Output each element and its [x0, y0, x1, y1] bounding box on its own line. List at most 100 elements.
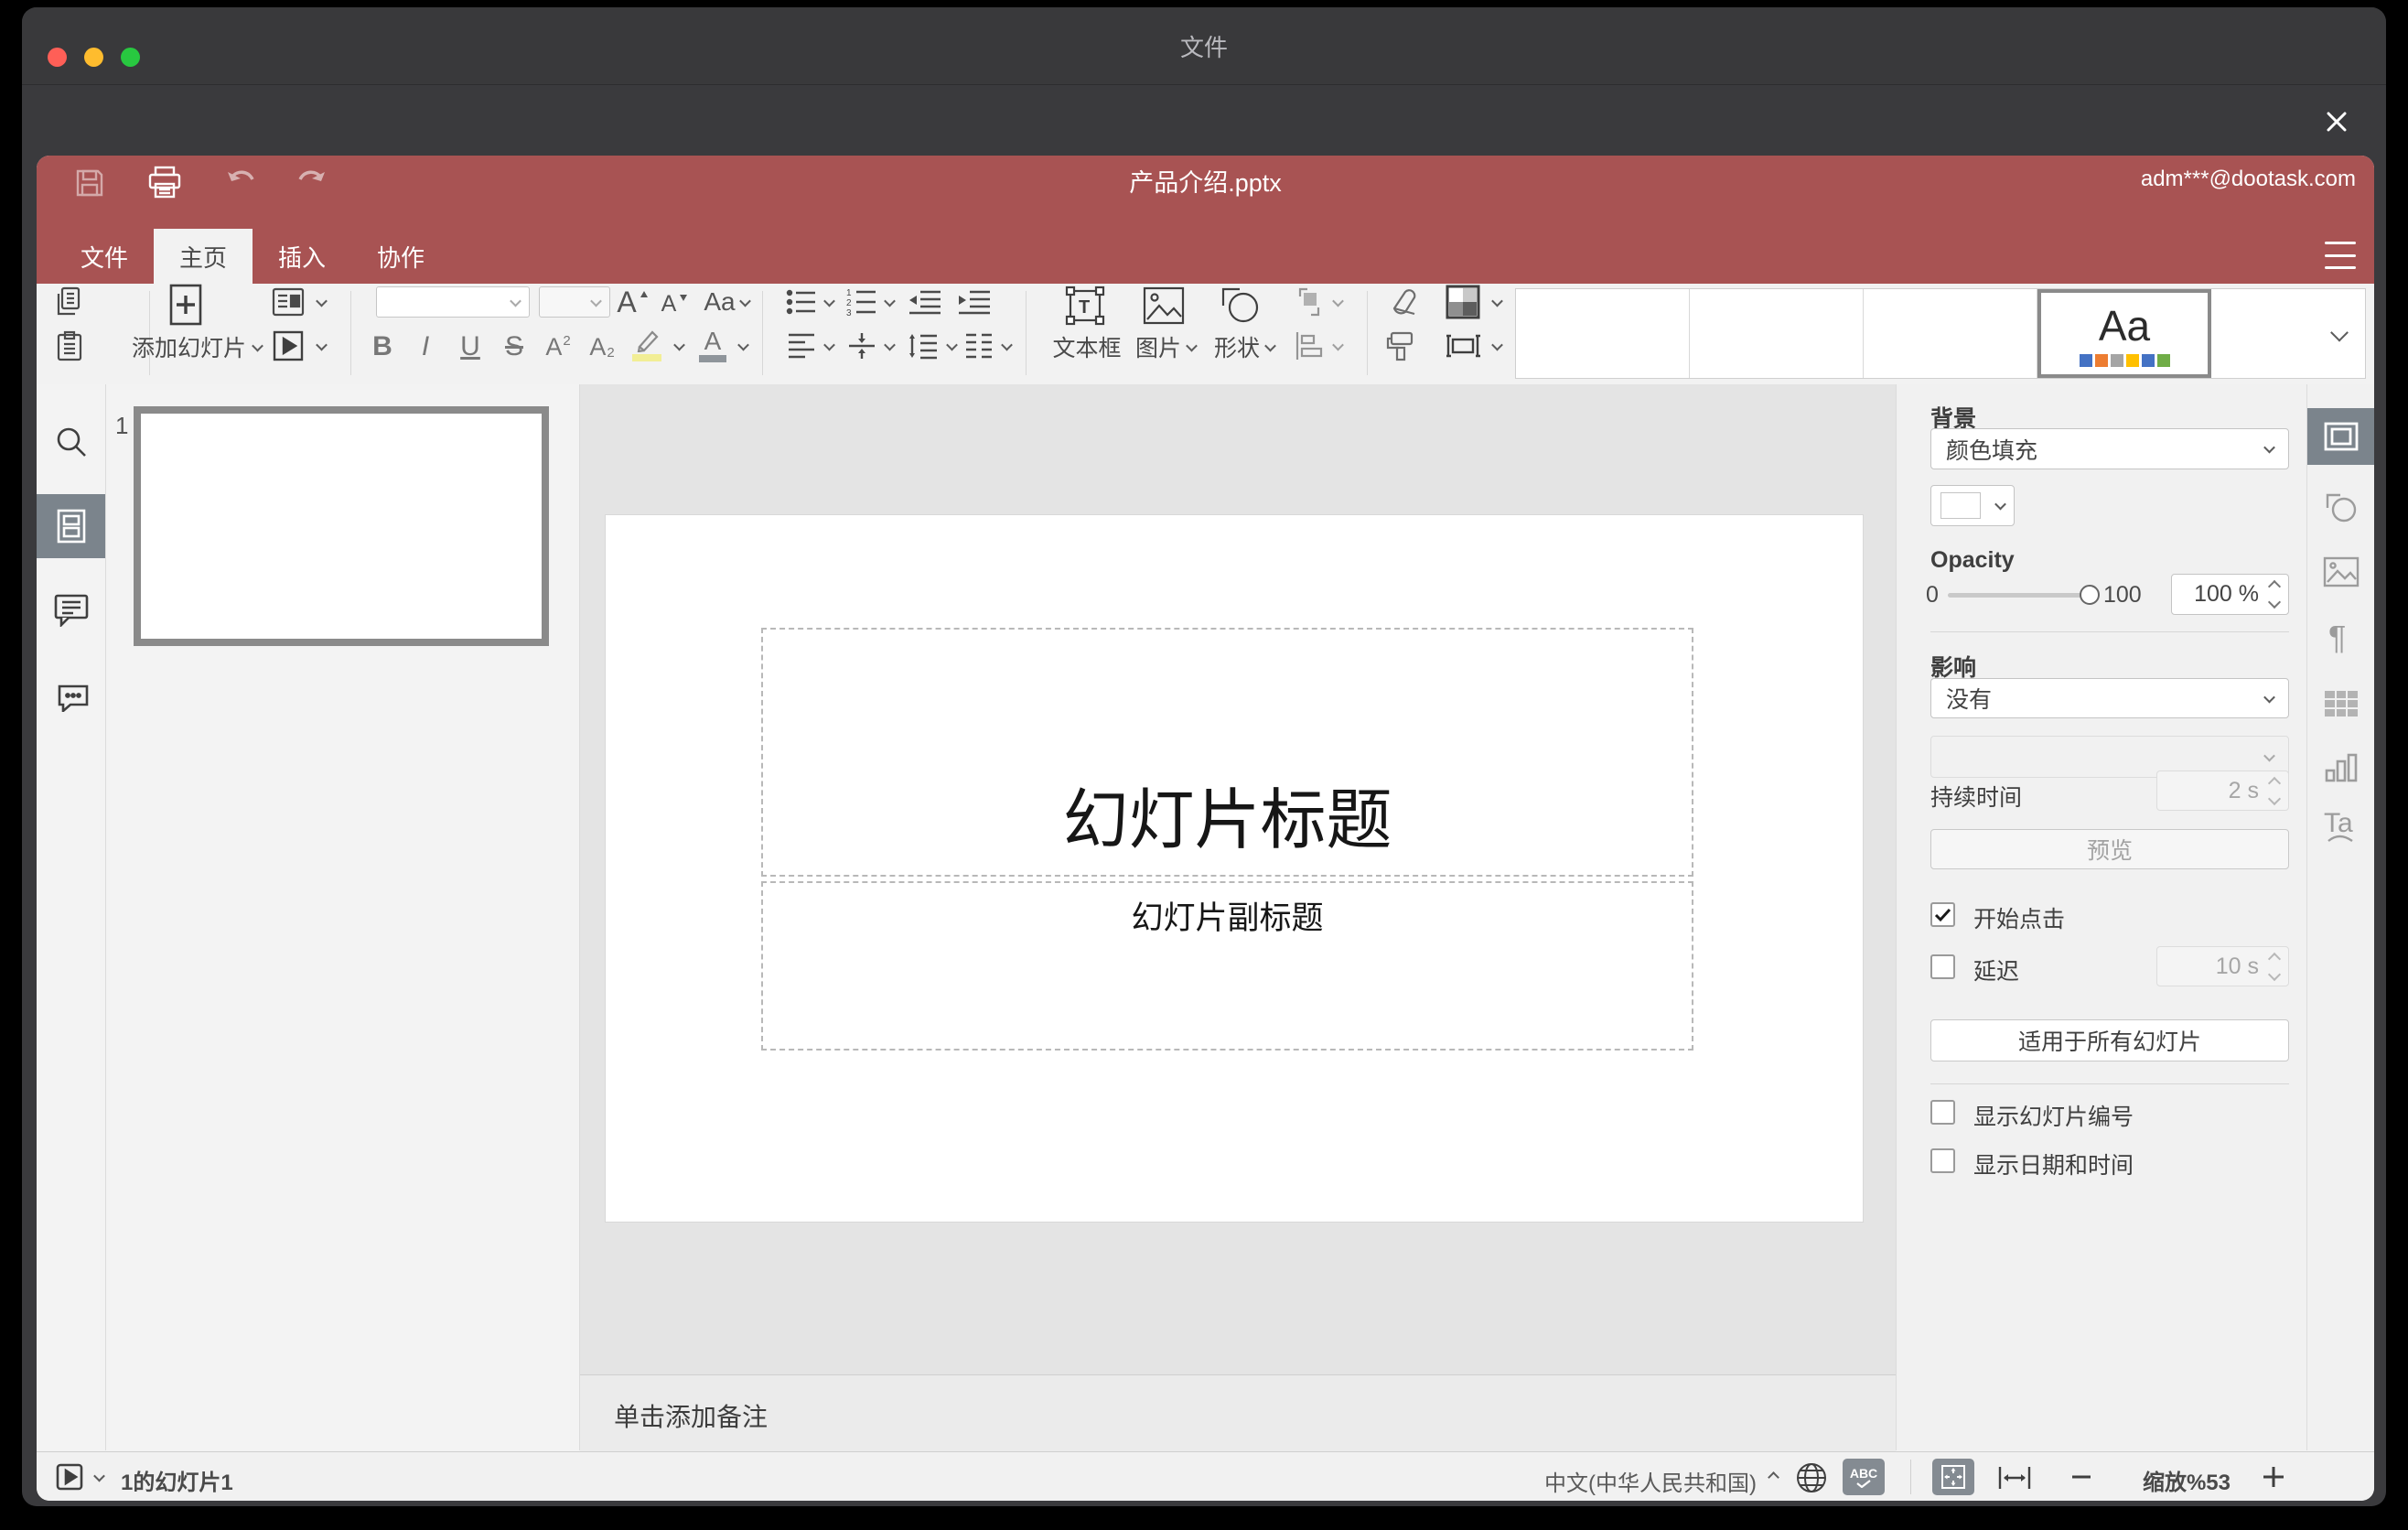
opacity-slider-thumb[interactable] [2080, 585, 2100, 605]
bullets-dropdown[interactable] [820, 289, 838, 315]
highlight-color-button[interactable] [626, 326, 668, 364]
arrange-shapes-button[interactable] [1288, 284, 1330, 320]
underline-button[interactable]: U [450, 329, 490, 364]
slide-layout-button[interactable] [267, 284, 309, 320]
columns-dropdown[interactable] [997, 333, 1016, 359]
horizontal-align-dropdown[interactable] [820, 333, 838, 359]
tab-collaboration[interactable]: 协作 [351, 229, 450, 284]
start-slideshow-button[interactable] [267, 328, 309, 364]
bullets-button[interactable] [781, 284, 822, 320]
fit-to-slide-toggle[interactable] [1932, 1459, 1974, 1495]
opacity-spinner[interactable]: 100 % [2171, 574, 2289, 615]
slide-thumbnail[interactable] [134, 406, 549, 646]
delay-checkbox[interactable] [1930, 954, 1955, 979]
add-slide-label[interactable]: 添加幻灯片 [114, 329, 279, 364]
color-scheme-button[interactable] [1440, 284, 1486, 320]
slide-size-dropdown[interactable] [1488, 333, 1506, 359]
theme-option-2[interactable] [1690, 289, 1864, 378]
line-spacing-button[interactable] [902, 328, 942, 364]
image-label[interactable]: 图片 [1131, 329, 1200, 364]
effect-dropdown[interactable]: 没有 [1930, 678, 2289, 718]
arrange-shapes-dropdown[interactable] [1328, 289, 1347, 315]
close-icon[interactable] [2320, 105, 2353, 138]
horizontal-align-button[interactable] [781, 328, 822, 364]
duration-spinner[interactable]: 2 s [2156, 770, 2289, 811]
spellcheck-toggle[interactable]: ABC [1843, 1459, 1885, 1495]
increase-font-button[interactable]: A [613, 284, 653, 320]
language-selector[interactable]: 中文(中华人民共和国) [1510, 1465, 1757, 1497]
vertical-align-dropdown[interactable] [880, 333, 898, 359]
textart-settings-icon[interactable]: Ta [2307, 798, 2374, 855]
font-size-combo[interactable] [539, 286, 610, 318]
table-settings-icon[interactable] [2307, 675, 2374, 732]
color-scheme-dropdown[interactable] [1488, 289, 1506, 315]
slide-canvas[interactable]: 幻灯片标题 幻灯片副标题 [605, 514, 1864, 1223]
theme-gallery-expand[interactable] [2316, 289, 2363, 378]
textbox-icon[interactable]: T [1056, 284, 1114, 328]
numbering-dropdown[interactable] [880, 289, 898, 315]
start-slideshow-status-button[interactable] [55, 1462, 84, 1492]
font-color-dropdown[interactable] [734, 333, 752, 359]
globe-icon[interactable] [1793, 1460, 1830, 1496]
fit-to-width-button[interactable] [1994, 1460, 2035, 1496]
fill-type-dropdown[interactable]: 颜色填充 [1930, 428, 2289, 469]
theme-option-5[interactable] [2211, 289, 2316, 378]
shape-icon[interactable] [1211, 284, 1270, 328]
title-placeholder[interactable]: 幻灯片标题 [761, 628, 1693, 877]
vertical-align-button[interactable] [842, 328, 882, 364]
font-name-combo[interactable] [376, 286, 530, 318]
align-shapes-button[interactable] [1288, 328, 1330, 364]
notes-area[interactable]: 单击添加备注 [580, 1374, 1896, 1451]
change-case-button[interactable]: Aa [699, 284, 754, 320]
zoom-in-button[interactable] [2258, 1461, 2289, 1492]
image-settings-icon[interactable] [2307, 544, 2374, 600]
comments-icon[interactable] [37, 578, 105, 642]
search-icon[interactable] [37, 410, 105, 474]
theme-option-1[interactable] [1516, 289, 1690, 378]
start-on-click-checkbox[interactable] [1930, 902, 1955, 927]
delay-spinner[interactable]: 10 s [2156, 946, 2289, 986]
highlight-color-dropdown[interactable] [670, 333, 688, 359]
tab-insert[interactable]: 插入 [253, 229, 351, 284]
align-shapes-dropdown[interactable] [1328, 333, 1347, 359]
zoom-out-button[interactable] [2066, 1463, 2097, 1491]
image-icon[interactable] [1134, 284, 1193, 328]
numbering-button[interactable]: 123 [842, 284, 882, 320]
line-spacing-dropdown[interactable] [942, 333, 961, 359]
paste-button[interactable] [49, 328, 90, 364]
add-slide-button[interactable] [146, 284, 225, 326]
strikeout-button[interactable]: S [494, 329, 534, 364]
increase-indent-button[interactable] [951, 284, 995, 320]
font-color-button[interactable]: A [692, 326, 734, 364]
shape-settings-icon[interactable] [2307, 479, 2374, 536]
copy-style-button[interactable] [1380, 328, 1422, 364]
columns-button[interactable] [959, 328, 999, 364]
slide-size-button[interactable] [1440, 328, 1486, 364]
slideshow-mode-dropdown[interactable] [88, 1465, 110, 1489]
show-slide-number-checkbox[interactable] [1930, 1100, 1955, 1125]
copy-button[interactable] [49, 284, 90, 320]
clear-style-button[interactable] [1380, 284, 1422, 320]
preview-button[interactable]: 预览 [1930, 829, 2289, 869]
tab-file[interactable]: 文件 [55, 229, 154, 284]
slides-panel-icon[interactable] [37, 494, 105, 558]
fill-color-picker[interactable] [1930, 485, 2015, 526]
slide-layout-dropdown[interactable] [311, 289, 331, 315]
show-date-time-checkbox[interactable] [1930, 1148, 1955, 1173]
opacity-slider-track[interactable] [1948, 593, 2090, 598]
textbox-label[interactable]: 文本框 [1048, 329, 1125, 364]
superscript-button[interactable]: A2 [538, 329, 578, 364]
decrease-font-button[interactable]: A [655, 287, 695, 320]
decrease-indent-button[interactable] [902, 284, 946, 320]
slide-settings-icon[interactable] [2307, 408, 2374, 465]
hamburger-menu-icon[interactable] [2325, 242, 2356, 269]
shape-label[interactable]: 形状 [1208, 329, 1281, 364]
subscript-button[interactable]: A2 [582, 329, 622, 364]
subtitle-placeholder[interactable]: 幻灯片副标题 [761, 881, 1693, 1051]
theme-option-selected[interactable]: Aa [2037, 289, 2211, 378]
apply-all-button[interactable]: 适用于所有幻灯片 [1930, 1019, 2289, 1061]
tab-home[interactable]: 主页 [154, 229, 253, 284]
theme-option-3[interactable] [1864, 289, 2037, 378]
start-slideshow-dropdown[interactable] [311, 333, 331, 359]
paragraph-settings-icon[interactable]: ¶ [2307, 609, 2374, 666]
